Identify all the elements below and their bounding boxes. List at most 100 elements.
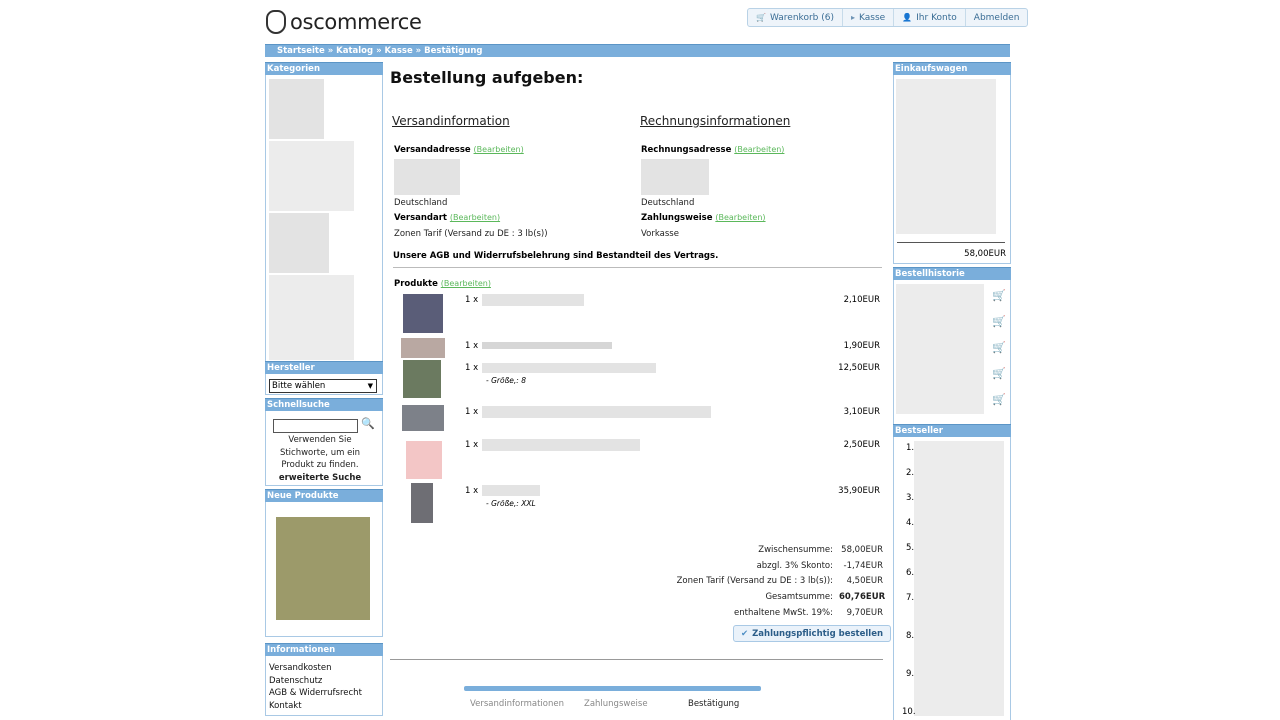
bestseller-number: 3. bbox=[906, 493, 915, 503]
info-link-contact[interactable]: Kontakt bbox=[269, 700, 362, 713]
categories-title: Kategorien bbox=[265, 62, 383, 75]
shipping-cost-row: Zonen Tarif (Versand zu DE : 3 lb(s)): 4,… bbox=[620, 574, 883, 590]
total-label: abzgl. 3% Skonto: bbox=[756, 560, 833, 571]
search-icon[interactable]: 🔍 bbox=[361, 417, 375, 430]
cart-title: Einkaufswagen bbox=[893, 62, 1011, 75]
product-name[interactable] bbox=[482, 363, 656, 373]
payment-label: Zahlungsweise bbox=[641, 213, 713, 223]
edit-shipping-address-link[interactable]: (Bearbeiten) bbox=[474, 145, 524, 154]
divider bbox=[393, 267, 882, 268]
product-name[interactable] bbox=[482, 294, 584, 306]
product-name[interactable] bbox=[482, 439, 640, 451]
advanced-search-link[interactable]: erweiterte Suche bbox=[270, 472, 370, 485]
bestseller-number: 4. bbox=[906, 518, 915, 528]
cart-box: Einkaufswagen 58,00EUR bbox=[893, 62, 1011, 264]
categories-box: Kategorien bbox=[265, 62, 383, 367]
order-history-box: Bestellhistorie 🛒 🛒 🛒 🛒 🛒 bbox=[893, 267, 1011, 430]
product-price: 2,50EUR bbox=[843, 440, 880, 450]
bestseller-number: 10. bbox=[902, 707, 916, 717]
info-link-terms[interactable]: AGB & Widerrufsrecht bbox=[269, 687, 362, 700]
product-image[interactable] bbox=[402, 405, 444, 431]
reorder-cart-icon[interactable]: 🛒 bbox=[992, 341, 1006, 354]
breadcrumb[interactable]: Startseite » Katalog » Kasse » Bestätigu… bbox=[265, 44, 1010, 57]
step-shipping: Versandinformationen bbox=[470, 699, 564, 709]
bestseller-number: 6. bbox=[906, 568, 915, 578]
edit-products-link[interactable]: (Bearbeiten) bbox=[441, 279, 491, 288]
edit-shipping-method-link[interactable]: (Bearbeiten) bbox=[450, 213, 500, 222]
total-value: -1,74EUR bbox=[843, 560, 884, 571]
step-payment: Zahlungsweise bbox=[584, 699, 648, 709]
product-image[interactable] bbox=[406, 441, 442, 479]
bestseller-title: Bestseller bbox=[893, 424, 1011, 437]
edit-payment-link[interactable]: (Bearbeiten) bbox=[715, 213, 765, 222]
info-links: Versandkosten Datenschutz AGB & Widerruf… bbox=[269, 662, 362, 712]
categories-list[interactable] bbox=[265, 75, 383, 367]
product-image[interactable] bbox=[401, 338, 445, 358]
manufacturer-select[interactable]: Bitte wählen ▼ bbox=[269, 379, 377, 393]
store-logo[interactable]: oscommerce bbox=[266, 8, 422, 36]
total-value: 9,70EUR bbox=[846, 607, 883, 618]
products-label-row: Produkte (Bearbeiten) bbox=[394, 279, 491, 289]
new-product-image[interactable] bbox=[276, 517, 370, 620]
place-order-label: Zahlungspflichtig bestellen bbox=[752, 628, 884, 639]
reorder-cart-icon[interactable]: 🛒 bbox=[992, 367, 1006, 380]
user-icon: 👤 bbox=[902, 13, 913, 22]
account-link-label: Ihr Konto bbox=[916, 12, 957, 23]
billing-address-label: Rechnungsadresse bbox=[641, 145, 732, 155]
products-label: Produkte bbox=[394, 279, 438, 289]
logo-text: oscommerce bbox=[290, 10, 422, 34]
product-image[interactable] bbox=[403, 360, 441, 398]
billing-country: Deutschland bbox=[641, 198, 695, 208]
cart-total: 58,00EUR bbox=[964, 249, 1006, 259]
divider bbox=[390, 659, 883, 660]
shipping-address-label: Versandadresse bbox=[394, 145, 471, 155]
info-link-privacy[interactable]: Datenschutz bbox=[269, 675, 362, 688]
quicksearch-input[interactable] bbox=[273, 419, 358, 433]
bestseller-number: 5. bbox=[906, 543, 915, 553]
checkout-progress-bar bbox=[464, 686, 761, 691]
product-qty: 1 x bbox=[465, 440, 479, 450]
account-link[interactable]: 👤 Ihr Konto bbox=[894, 9, 966, 26]
bestseller-number: 8. bbox=[906, 631, 915, 641]
logo-icon bbox=[266, 10, 286, 34]
bestseller-box: Bestseller 1. 2. 3. 4. 5. 6. 7. 8. 9. 10… bbox=[893, 424, 1011, 720]
terms-notice: Unsere AGB und Widerrufsbelehrung sind B… bbox=[393, 251, 719, 261]
logout-link[interactable]: Abmelden bbox=[966, 9, 1028, 26]
place-order-button[interactable]: ✔ Zahlungspflichtig bestellen bbox=[733, 625, 892, 642]
total-label: Zwischensumme: bbox=[758, 545, 833, 555]
payment-label-row: Zahlungsweise (Bearbeiten) bbox=[641, 213, 766, 223]
product-name[interactable] bbox=[482, 485, 540, 496]
product-image[interactable] bbox=[411, 483, 433, 523]
payment-method: Vorkasse bbox=[641, 229, 679, 239]
shipping-address bbox=[394, 159, 460, 195]
reorder-cart-icon[interactable]: 🛒 bbox=[992, 315, 1006, 328]
edit-billing-address-link[interactable]: (Bearbeiten) bbox=[734, 145, 784, 154]
check-icon: ✔ bbox=[741, 628, 749, 639]
product-name[interactable] bbox=[482, 406, 711, 418]
cart-link[interactable]: 🛒 Warenkorb (6) bbox=[748, 9, 843, 26]
vat-row: enthaltene MwSt. 19%: 9,70EUR bbox=[620, 606, 883, 622]
quicksearch-help: Verwenden Sie Stichworte, um ein Produkt… bbox=[270, 434, 370, 484]
new-products-title: Neue Produkte bbox=[265, 489, 383, 502]
product-name[interactable] bbox=[482, 342, 612, 349]
product-price: 12,50EUR bbox=[838, 363, 880, 373]
product-qty: 1 x bbox=[465, 341, 479, 351]
total-value: 60,76EUR bbox=[839, 592, 886, 603]
product-price: 2,10EUR bbox=[843, 295, 880, 305]
product-price: 1,90EUR bbox=[843, 341, 880, 351]
checkout-link[interactable]: ▸ Kasse bbox=[843, 9, 895, 26]
reorder-cart-icon[interactable]: 🛒 bbox=[992, 289, 1006, 302]
reorder-cart-icon[interactable]: 🛒 bbox=[992, 393, 1006, 406]
product-qty: 1 x bbox=[465, 407, 479, 417]
product-image[interactable] bbox=[403, 294, 443, 333]
arrow-icon: ▸ bbox=[850, 13, 855, 22]
product-attribute: - Größe,: 8 bbox=[486, 376, 526, 385]
discount-row: abzgl. 3% Skonto: -1,74EUR bbox=[620, 559, 883, 575]
info-link-shipping[interactable]: Versandkosten bbox=[269, 662, 362, 675]
product-attribute: - Größe,: XXL bbox=[486, 499, 536, 508]
billing-address bbox=[641, 159, 709, 195]
total-label: Zonen Tarif (Versand zu DE : 3 lb(s)): bbox=[676, 576, 833, 587]
product-qty: 1 x bbox=[465, 363, 479, 373]
logout-link-label: Abmelden bbox=[973, 12, 1020, 23]
billing-info-title: Rechnungsinformationen bbox=[640, 114, 791, 128]
